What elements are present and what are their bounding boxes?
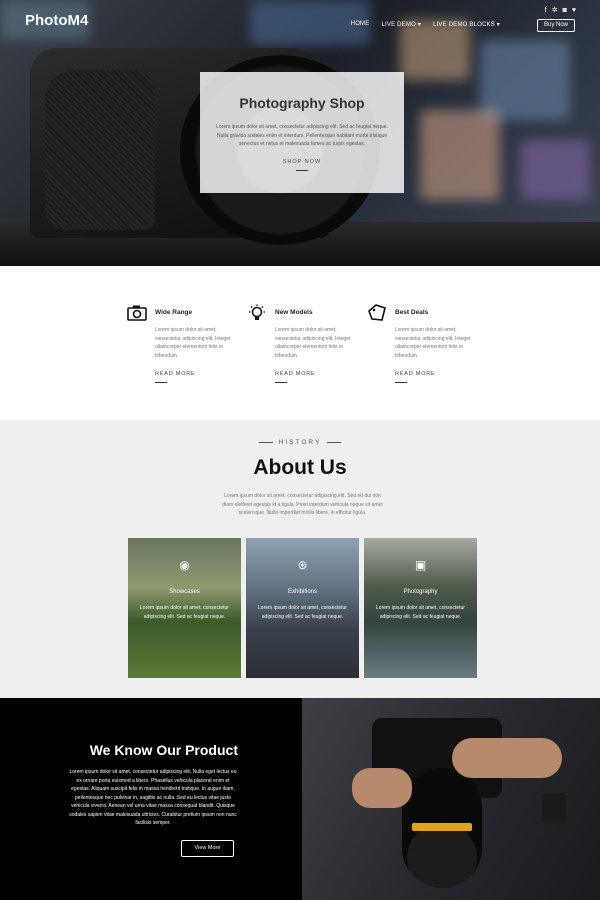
divider <box>327 441 342 443</box>
eyebrow-text: HISTORY <box>278 439 322 446</box>
vk-icon[interactable]: ✲ <box>552 7 558 15</box>
about-title: About Us <box>253 456 347 479</box>
tile-title: Showcases <box>169 589 200 595</box>
instagram-icon[interactable]: ◙ <box>563 7 567 15</box>
facebook-icon[interactable]: f <box>545 7 547 15</box>
feature-title: Best Deals <box>395 309 429 316</box>
tile-exhibitions[interactable]: ⊛ Exhibitions Lorem ipsum dolor sit amet… <box>246 538 359 678</box>
camera-icon: ▣ <box>414 558 427 572</box>
feature-text: Lorem ipsum dolor sit amet, consectetur … <box>155 327 231 359</box>
shop-now-link[interactable]: SHOP NOW <box>200 159 404 165</box>
history-eyebrow: HISTORY <box>0 439 600 446</box>
feature-title: New Models <box>275 309 313 316</box>
hero-text: Lorem ipsum dolor sit amet, consectetur … <box>216 124 388 147</box>
feature-text: Lorem ipsum dolor sit amet, consectetur … <box>395 327 471 359</box>
underline <box>275 382 287 383</box>
bokeh-light <box>520 140 590 200</box>
feature-title: Wide Range <box>155 309 193 316</box>
tile-title: Photography <box>403 589 438 595</box>
product-title: We Know Our Product <box>89 742 238 758</box>
hero-card: Photography Shop Lorem ipsum dolor sit a… <box>200 72 404 193</box>
underline <box>296 169 308 171</box>
underline <box>395 382 407 383</box>
bokeh-light <box>480 40 570 120</box>
product-text-panel: We Know Our Product Lorem ipsum dolor si… <box>0 698 302 900</box>
read-more-link[interactable]: READ MORE <box>155 371 196 377</box>
social-links: f ✲ ◙ ♥ <box>545 7 576 15</box>
product-section: We Know Our Product Lorem ipsum dolor si… <box>0 698 600 900</box>
camera-icon <box>127 305 147 321</box>
tile-text: Lorem ipsum dolor sit amet, consectetur … <box>258 605 347 620</box>
bokeh-light <box>420 110 500 200</box>
menu-item-home[interactable]: HOME <box>351 21 370 28</box>
read-more-link[interactable]: READ MORE <box>275 371 316 377</box>
underline <box>155 382 167 383</box>
read-more-link[interactable]: READ MORE <box>395 371 436 377</box>
buy-now-button[interactable]: Buy Now <box>537 19 575 32</box>
hand <box>352 768 412 808</box>
about-section: HISTORY About Us Lorem ipsum dolor sit a… <box>0 420 600 698</box>
tile-text: Lorem ipsum dolor sit amet, consectetur … <box>140 605 229 620</box>
lens-ring <box>412 823 472 831</box>
menu-item-live-demo-blocks[interactable]: LIVE DEMO BLOCKS ▾ <box>433 21 500 28</box>
top-nav: PhotoM4 f ✲ ◙ ♥ HOME LIVE DEMO ▾ LIVE DE… <box>0 0 600 40</box>
camera-grip <box>45 70 155 230</box>
feature-text: Lorem ipsum dolor sit amet, consectetur … <box>275 327 351 359</box>
wristwatch <box>542 793 566 823</box>
twitter-icon[interactable]: ♥ <box>572 7 576 15</box>
features-section: Wide Range Lorem ipsum dolor sit amet, c… <box>0 266 600 420</box>
hero-section: PhotoM4 f ✲ ◙ ♥ HOME LIVE DEMO ▾ LIVE DE… <box>0 0 600 266</box>
tile-text: Lorem ipsum dolor sit amet, consectetur … <box>376 605 465 620</box>
tile-photography[interactable]: ▣ Photography Lorem ipsum dolor sit amet… <box>364 538 477 678</box>
product-image <box>302 698 600 900</box>
logo[interactable]: PhotoM4 <box>25 12 88 29</box>
hand <box>452 738 562 778</box>
tag-icon <box>368 304 386 321</box>
hero-title: Photography Shop <box>239 95 365 111</box>
view-more-button[interactable]: View More <box>181 840 234 857</box>
main-menu: HOME LIVE DEMO ▾ LIVE DEMO BLOCKS ▾ <box>351 21 500 28</box>
about-intro: Lorem ipsum dolor sit amet, consectetur … <box>222 493 383 516</box>
eye-icon: ◉ <box>179 558 190 572</box>
lightbulb-icon <box>249 304 265 320</box>
globe-icon: ⊛ <box>297 558 308 572</box>
product-text: Lorem ipsum dolor sit amet, consectetur … <box>69 769 237 826</box>
tile-showcases[interactable]: ◉ Showcases Lorem ipsum dolor sit amet, … <box>128 538 241 678</box>
menu-item-live-demo[interactable]: LIVE DEMO ▾ <box>381 21 421 28</box>
divider <box>258 441 273 443</box>
tile-title: Exhibitions <box>287 589 317 595</box>
